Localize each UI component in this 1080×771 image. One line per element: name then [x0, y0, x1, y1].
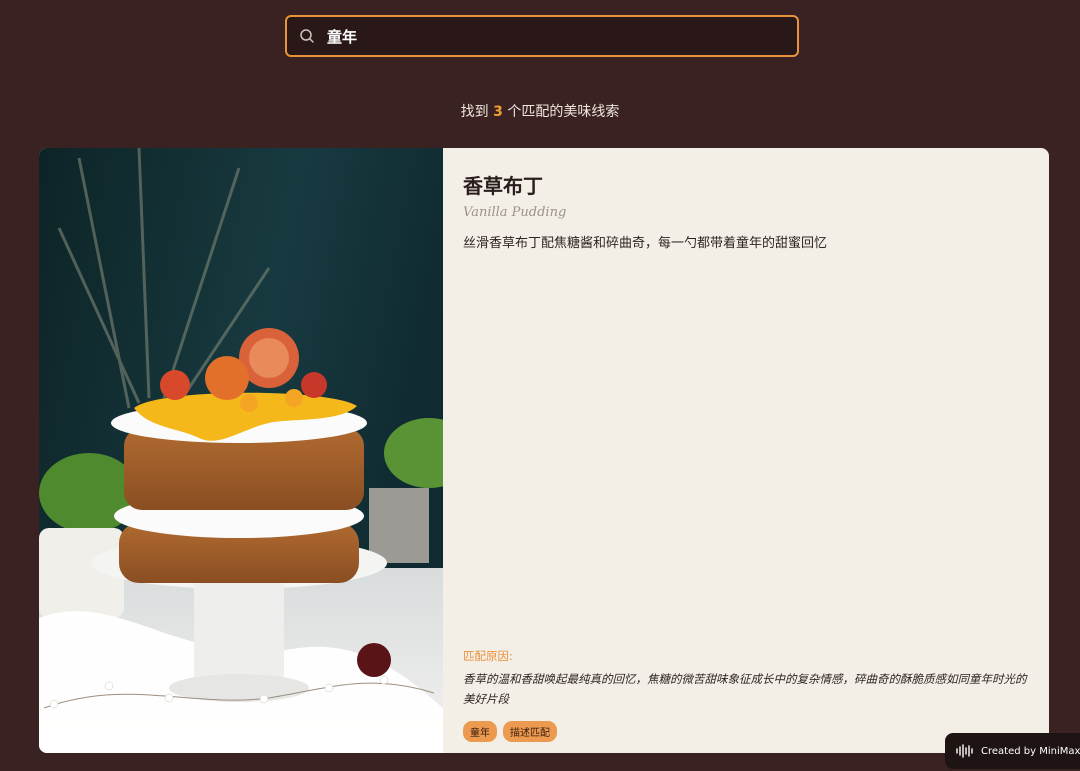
match-section: 匹配原因: 香草的温和香甜唤起最纯真的回忆，焦糖的微苦甜味象征成长中的复杂情感，… [463, 648, 1031, 742]
results-suffix: 个匹配的美味线索 [507, 104, 620, 120]
credit-label: Created by MiniMax / [981, 745, 1080, 757]
results-prefix: 找到 [460, 104, 489, 120]
tag-description-match: 描述匹配 [503, 721, 557, 742]
card-body: 香草布丁 Vanilla Pudding 丝滑香草布丁配焦糖酱和碎曲奇，每一勺都… [443, 148, 1049, 753]
credit-badge[interactable]: Created by MiniMax / [945, 733, 1080, 769]
dessert-image [39, 148, 443, 753]
search-icon [299, 28, 315, 44]
match-reason: 香草的温和香甜唤起最纯真的回忆，焦糖的微苦甜味象征成长中的复杂情感，碎曲奇的酥脆… [463, 672, 1027, 706]
search-box[interactable] [285, 15, 799, 57]
card-title: 香草布丁 [463, 174, 543, 198]
result-card[interactable]: 香草布丁 Vanilla Pudding 丝滑香草布丁配焦糖酱和碎曲奇，每一勺都… [39, 148, 1049, 753]
search-input[interactable] [325, 26, 797, 46]
card-subtitle: Vanilla Pudding [463, 205, 567, 220]
match-label: 匹配原因: [463, 649, 513, 663]
results-count: 3 [493, 104, 503, 120]
card-description: 丝滑香草布丁配焦糖酱和碎曲奇，每一勺都带着童年的甜蜜回忆 [463, 236, 828, 251]
audio-wave-icon [955, 744, 975, 758]
tag-childhood: 童年 [463, 721, 497, 742]
results-summary: 找到 3 个匹配的美味线索 [0, 101, 1080, 121]
